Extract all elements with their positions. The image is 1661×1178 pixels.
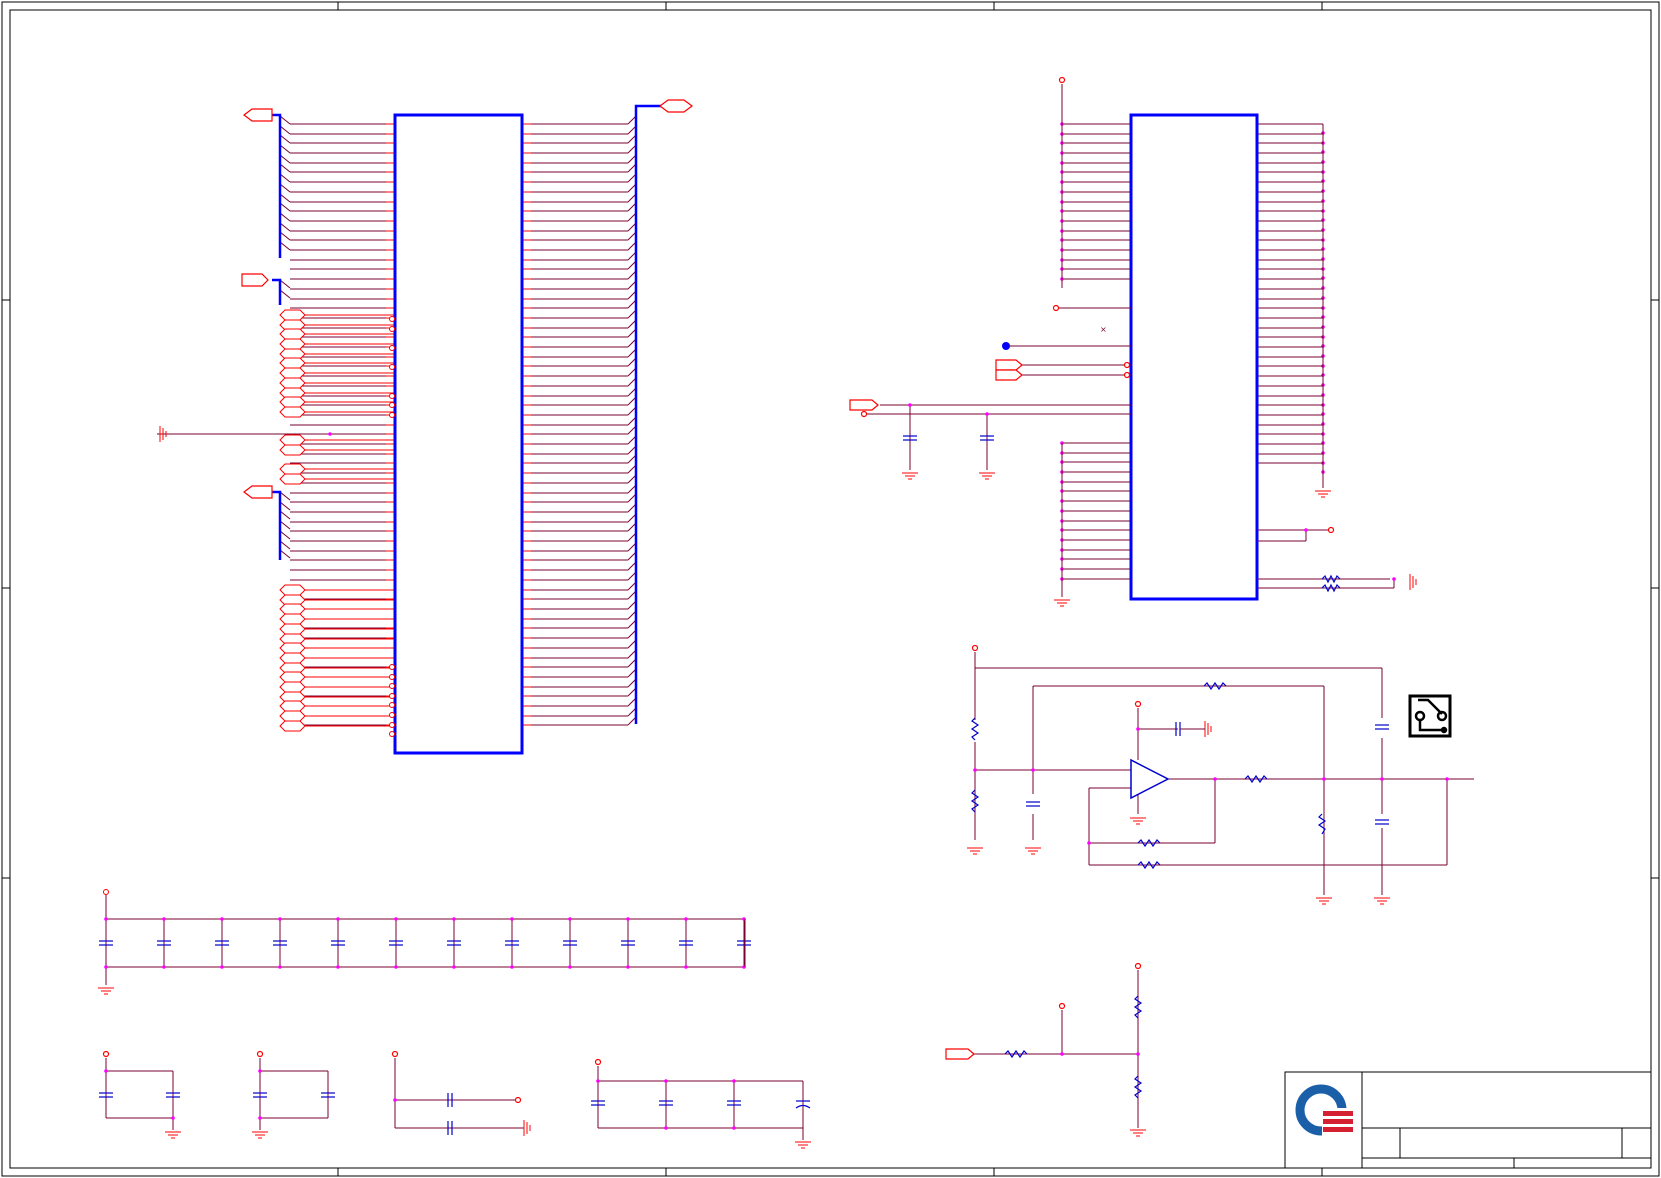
port-arrow-icon bbox=[279, 652, 306, 664]
decoupling-caps-row bbox=[98, 889, 751, 995]
opamp-icon bbox=[1130, 758, 1170, 800]
port-arrow-icon bbox=[279, 328, 306, 340]
port-arrow-icon bbox=[279, 671, 306, 683]
opamp-circuit bbox=[967, 644, 1474, 905]
port-arrow-icon bbox=[279, 720, 306, 732]
port-arrow-icon bbox=[279, 367, 306, 379]
port-arrow-icon bbox=[279, 623, 306, 635]
ic-right-block: × bbox=[849, 76, 1417, 607]
port-arrow-icon bbox=[279, 357, 306, 369]
port-arrow-icon bbox=[279, 613, 306, 625]
port-arrow-icon bbox=[279, 406, 306, 418]
ground-icon bbox=[1130, 1129, 1146, 1137]
ground-icon bbox=[967, 721, 1390, 905]
company-logo-icon bbox=[1295, 1084, 1354, 1136]
port-arrow-icon bbox=[279, 700, 306, 712]
ground-icon bbox=[902, 472, 1417, 607]
port-arrow-icon bbox=[279, 473, 306, 485]
port-arrow-icon bbox=[279, 463, 306, 475]
schematic-sheet: × bbox=[1, 1, 1660, 1177]
pcb-board-icon bbox=[1408, 694, 1452, 738]
port-arrow-icon bbox=[279, 309, 306, 321]
port-arrow-icon bbox=[279, 584, 306, 596]
ic-body-left bbox=[393, 113, 524, 755]
port-arrow-icon bbox=[279, 642, 306, 654]
svg-text:×: × bbox=[1100, 325, 1107, 334]
divider-circuit bbox=[945, 962, 1146, 1137]
port-arrow-icon bbox=[279, 681, 306, 693]
port-arrow-icon bbox=[279, 444, 306, 456]
ic-body-right bbox=[1129, 113, 1259, 601]
ground-icon bbox=[165, 1120, 811, 1149]
port-arrow-icon bbox=[279, 377, 306, 389]
port-arrow-icon bbox=[279, 710, 306, 722]
port-arrow-icon bbox=[279, 338, 306, 350]
port-arrow-icon bbox=[279, 396, 306, 408]
port-arrow-icon bbox=[279, 603, 306, 615]
junction-dot bbox=[1002, 342, 1010, 350]
ground-icon bbox=[98, 987, 114, 995]
connector-left bbox=[157, 99, 693, 755]
cap-groups-bottom bbox=[99, 1050, 811, 1149]
port-arrow-icon bbox=[279, 434, 306, 446]
